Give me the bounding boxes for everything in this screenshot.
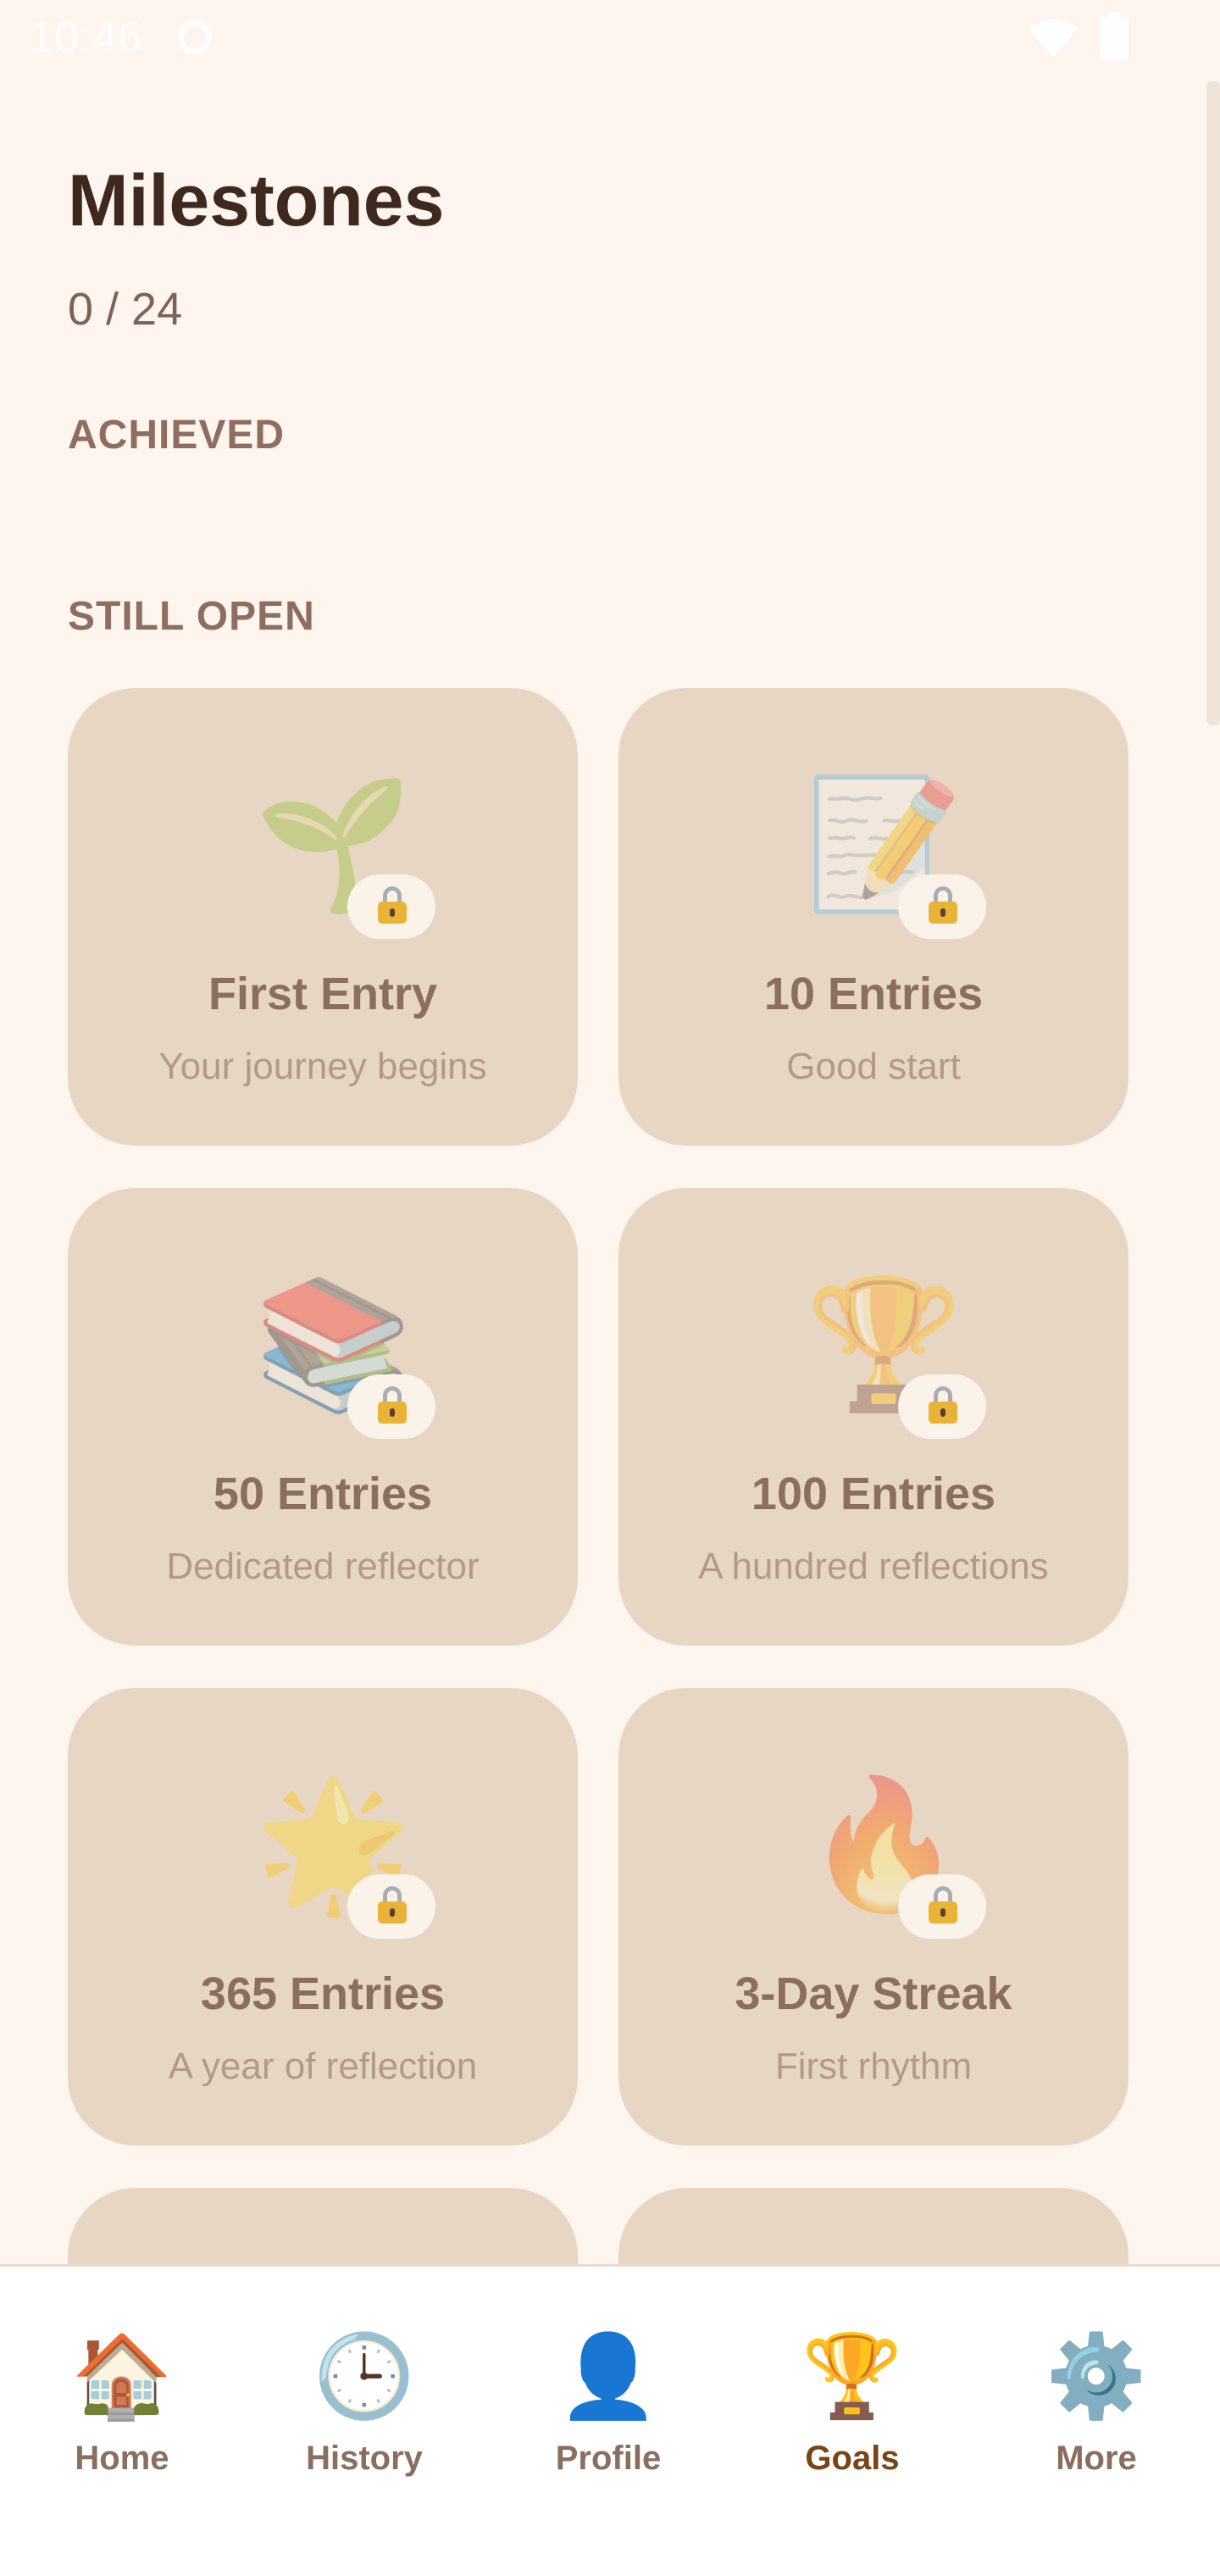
page-title: Milestones	[68, 160, 445, 242]
nav-item-profile[interactable]: 👤 Profile	[524, 2326, 693, 2478]
nav-item-history[interactable]: 🕒 History	[280, 2326, 449, 2478]
status-time: 10:46	[29, 13, 144, 62]
milestone-title: 365 Entries	[200, 1968, 446, 2019]
wifi-icon	[1027, 19, 1079, 64]
milestone-subtitle: Good start	[786, 1046, 961, 1087]
lock-icon	[898, 1374, 986, 1439]
milestone-card-partial[interactable]	[68, 2188, 578, 2264]
milestones-grid: 🌱 First Entry Your journey begins 📝 10 E…	[68, 688, 1128, 2264]
nav-label: More	[1056, 2440, 1137, 2477]
person-icon: 👤	[557, 2331, 659, 2422]
section-achieved-label: ACHIEVED	[68, 413, 286, 458]
sync-icon	[178, 20, 212, 54]
clock-icon: 🕒	[313, 2331, 415, 2422]
lock-icon	[898, 1874, 986, 1939]
milestone-subtitle: A hundred reflections	[698, 1546, 1049, 1587]
bottom-navigation: 🏠 Home 🕒 History 👤 Profile 🏆 Goals ⚙️ Mo…	[0, 2264, 1220, 2576]
milestone-title: First Entry	[208, 969, 438, 1019]
milestone-subtitle: A year of reflection	[168, 2046, 478, 2087]
milestone-card-3-day-streak[interactable]: 🔥 3-Day Streak First rhythm	[618, 1688, 1128, 2146]
gear-icon: ⚙️	[1045, 2331, 1147, 2422]
milestone-card-100-entries[interactable]: 🏆 100 Entries A hundred reflections	[618, 1188, 1128, 1646]
milestone-card-first-entry[interactable]: 🌱 First Entry Your journey begins	[68, 688, 578, 1146]
milestone-title: 10 Entries	[763, 969, 984, 1019]
nav-item-more[interactable]: ⚙️ More	[1012, 2326, 1181, 2478]
lock-icon	[898, 874, 986, 939]
scrollbar[interactable]	[1206, 81, 1220, 725]
house-icon: 🏠	[71, 2331, 173, 2422]
milestone-card-10-entries[interactable]: 📝 10 Entries Good start	[618, 688, 1128, 1146]
battery-icon	[1100, 12, 1128, 61]
milestone-progress: 0 / 24	[68, 284, 183, 335]
nav-label: Home	[75, 2440, 169, 2477]
milestone-card-50-entries[interactable]: 📚 50 Entries Dedicated reflector	[68, 1188, 578, 1646]
milestone-card-365-entries[interactable]: 🌟 365 Entries A year of reflection	[68, 1688, 578, 2146]
trophy-icon: 🏆	[801, 2331, 903, 2422]
lock-icon	[347, 874, 435, 939]
status-bar: 10:46	[0, 0, 1220, 81]
milestone-subtitle: Dedicated reflector	[166, 1546, 480, 1587]
milestone-subtitle: Your journey begins	[158, 1046, 487, 1087]
lock-icon	[347, 1874, 435, 1939]
nav-label: Goals	[805, 2440, 900, 2477]
milestone-subtitle: First rhythm	[774, 2046, 973, 2087]
lock-icon	[347, 1374, 435, 1439]
milestone-title: 100 Entries	[751, 1468, 996, 1519]
nav-label: History	[306, 2440, 423, 2477]
milestone-card-partial[interactable]	[618, 2188, 1128, 2264]
nav-label: Profile	[555, 2440, 662, 2477]
nav-item-home[interactable]: 🏠 Home	[37, 2326, 207, 2478]
nav-item-goals[interactable]: 🏆 Goals	[768, 2326, 937, 2478]
milestone-title: 3-Day Streak	[735, 1968, 1012, 2019]
milestone-title: 50 Entries	[213, 1468, 433, 1519]
section-still-open-label: STILL OPEN	[68, 594, 315, 639]
